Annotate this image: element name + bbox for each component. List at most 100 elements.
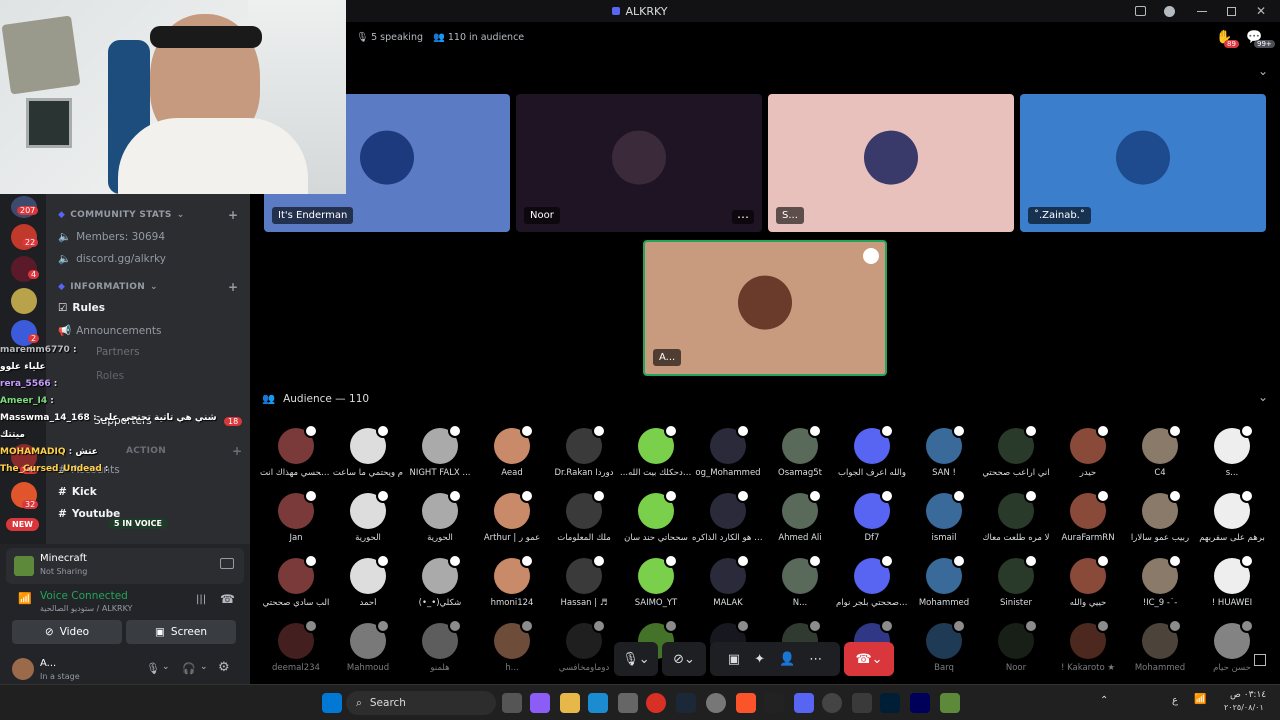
more-icon[interactable]: ⋯ (809, 652, 822, 667)
audience-member[interactable]: حيدر (1052, 424, 1124, 492)
voice-status[interactable]: Voice Connected (40, 590, 128, 602)
audience-member[interactable]: N... (764, 554, 836, 622)
settings-icon[interactable]: ⚙ (218, 660, 230, 675)
discord-icon[interactable] (794, 693, 814, 713)
user-name[interactable]: A... (40, 658, 56, 669)
audience-member[interactable]: h... (476, 619, 548, 687)
audience-member[interactable]: Osamag5t (764, 424, 836, 492)
brave-icon[interactable] (736, 693, 756, 713)
steam-icon[interactable] (676, 693, 696, 713)
chevron-down-icon[interactable]: ⌄ (200, 662, 208, 672)
add-channel-icon[interactable]: + (232, 444, 242, 458)
camera-button[interactable]: ⊘⌄ (662, 642, 706, 676)
speaker-tile[interactable]: S... (768, 94, 1014, 232)
obs-icon[interactable] (706, 693, 726, 713)
app-icon[interactable] (822, 693, 842, 713)
help-icon[interactable] (1163, 5, 1175, 17)
audience-member[interactable]: لا مره طلعت معاك (980, 489, 1052, 557)
audience-member[interactable]: Sinister (980, 554, 1052, 622)
file-explorer-icon[interactable] (560, 693, 580, 713)
share-screen-icon[interactable]: ▣ (728, 652, 740, 667)
invite-icon[interactable]: 👤 (779, 652, 795, 667)
soundboard-icon[interactable]: ✦ (754, 652, 765, 667)
audience-member[interactable]: Arthur | عمو ر (476, 489, 548, 557)
collapse-icon[interactable]: ⌄ (1258, 390, 1268, 404)
audience-member[interactable]: ! HUAWEI (1196, 554, 1268, 622)
noise-suppression-icon[interactable]: ||| (196, 594, 206, 605)
user-avatar[interactable] (12, 658, 34, 680)
minecraft-icon[interactable] (940, 693, 960, 713)
audience-member[interactable]: هلمنو (404, 619, 476, 687)
speaker-tile[interactable]: A... (643, 240, 887, 376)
audience-member[interactable]: سححاتي حند سان (620, 489, 692, 557)
audience-member[interactable]: Mohammed (908, 554, 980, 622)
channel-announcements[interactable]: 📢 Announcements (58, 324, 161, 338)
audience-member[interactable]: og_Mohammed (692, 424, 764, 492)
premiere-icon[interactable] (910, 693, 930, 713)
headphones-icon[interactable]: 🎧 (182, 662, 196, 675)
disconnect-icon[interactable]: ☎ (220, 592, 235, 606)
audience-member[interactable]: Jan (260, 489, 332, 557)
audience-member[interactable]: Dr.Rakan دوردا (548, 424, 620, 492)
maximize-icon[interactable] (1226, 6, 1236, 16)
close-icon[interactable]: ✕ (1256, 4, 1266, 18)
chevron-down-icon[interactable]: ⌄ (162, 662, 170, 672)
server-icon[interactable] (11, 288, 37, 314)
language-indicator[interactable]: ع (1172, 695, 1178, 706)
collapse-icon[interactable]: ⌄ (1258, 64, 1268, 78)
audience-member[interactable]: hmoni124 (476, 554, 548, 622)
add-channel-icon[interactable]: + (228, 208, 238, 222)
audience-member[interactable]: ربيب عمو سالارا (1124, 489, 1196, 557)
audience-member[interactable]: NIGHT FALX ... (404, 424, 476, 492)
voice-channel[interactable]: ستوديو الصالحية / ALKRKY (40, 604, 132, 613)
category-information[interactable]: ◆ INFORMATION ⌄ + (58, 280, 238, 294)
audience-member[interactable]: !IC_9 -˙- (1124, 554, 1196, 622)
store-icon[interactable] (618, 693, 638, 713)
minimize-icon[interactable] (1196, 10, 1207, 12)
audience-member[interactable]: (•_•)شكلي (404, 554, 476, 622)
audience-member[interactable]: برهم على سفربهم (1196, 489, 1268, 557)
clock-date[interactable]: ٢٠٢٥/٠٨/٠١ (1224, 703, 1264, 712)
share-screen-icon[interactable] (220, 558, 234, 569)
inbox-icon[interactable] (1134, 6, 1146, 16)
chrome-icon[interactable] (646, 693, 666, 713)
audience-member[interactable]: C4 (1124, 424, 1196, 492)
start-icon[interactable] (322, 693, 342, 713)
task-view-icon[interactable] (502, 693, 522, 713)
channel-kick[interactable]: # Kick (58, 486, 97, 498)
audience-member[interactable]: MALAK (692, 554, 764, 622)
more-icon[interactable]: ⋯ (732, 210, 754, 224)
audience-member[interactable]: م ويحتمي ما ساعت (332, 424, 404, 492)
audience-member[interactable]: ! Kakaroto ★ (1052, 619, 1124, 687)
audience-member[interactable]: دوماومخافسي (548, 619, 620, 687)
app-icon[interactable] (852, 693, 872, 713)
audience-member[interactable]: ملك المعلومات (548, 489, 620, 557)
leave-button[interactable]: ☎⌄ (844, 642, 894, 676)
audience-member[interactable]: Aead (476, 424, 548, 492)
wifi-icon[interactable]: 📶 (1194, 694, 1206, 705)
audience-member[interactable]: حييي والله (1052, 554, 1124, 622)
channel-invite[interactable]: 🔈 discord.gg/alkrky (58, 252, 166, 266)
audience-member[interactable]: SAIMO_YT (620, 554, 692, 622)
audience-member[interactable]: Ahmed Ali (764, 489, 836, 557)
audience-member[interactable]: محصحسي مهذاك انت (260, 424, 332, 492)
edge-icon[interactable] (588, 693, 608, 713)
audience-member[interactable]: ismail (908, 489, 980, 557)
audience-member[interactable]: SAN ! (908, 424, 980, 492)
channel-members[interactable]: 🔈 Members: 30694 (58, 230, 165, 244)
audience-member[interactable]: ...والله ادحكلك بيت الله (620, 424, 692, 492)
tray-chevron-icon[interactable]: ⌃ (1100, 695, 1108, 706)
clock-time[interactable]: ٠٣:١٤ ص (1230, 690, 1266, 700)
screen-button[interactable]: ▣ Screen (126, 620, 236, 644)
audience-member[interactable]: deemal234 (260, 619, 332, 687)
microphone-icon[interactable]: 🎙 (146, 662, 160, 675)
taskbar-search[interactable]: ⌕ Search (346, 691, 496, 715)
audience-member[interactable]: اني اراعب صححتي (980, 424, 1052, 492)
audience-member[interactable]: Df7 (836, 489, 908, 557)
audience-member[interactable]: Mohammed (1124, 619, 1196, 687)
capcut-icon[interactable] (764, 693, 784, 713)
audience-member[interactable]: اني هو الكارد الذاكره (692, 489, 764, 557)
video-button[interactable]: ⊘ Video (12, 620, 122, 644)
audience-member[interactable]: الحورية (404, 489, 476, 557)
audience-member[interactable]: Barq (908, 619, 980, 687)
